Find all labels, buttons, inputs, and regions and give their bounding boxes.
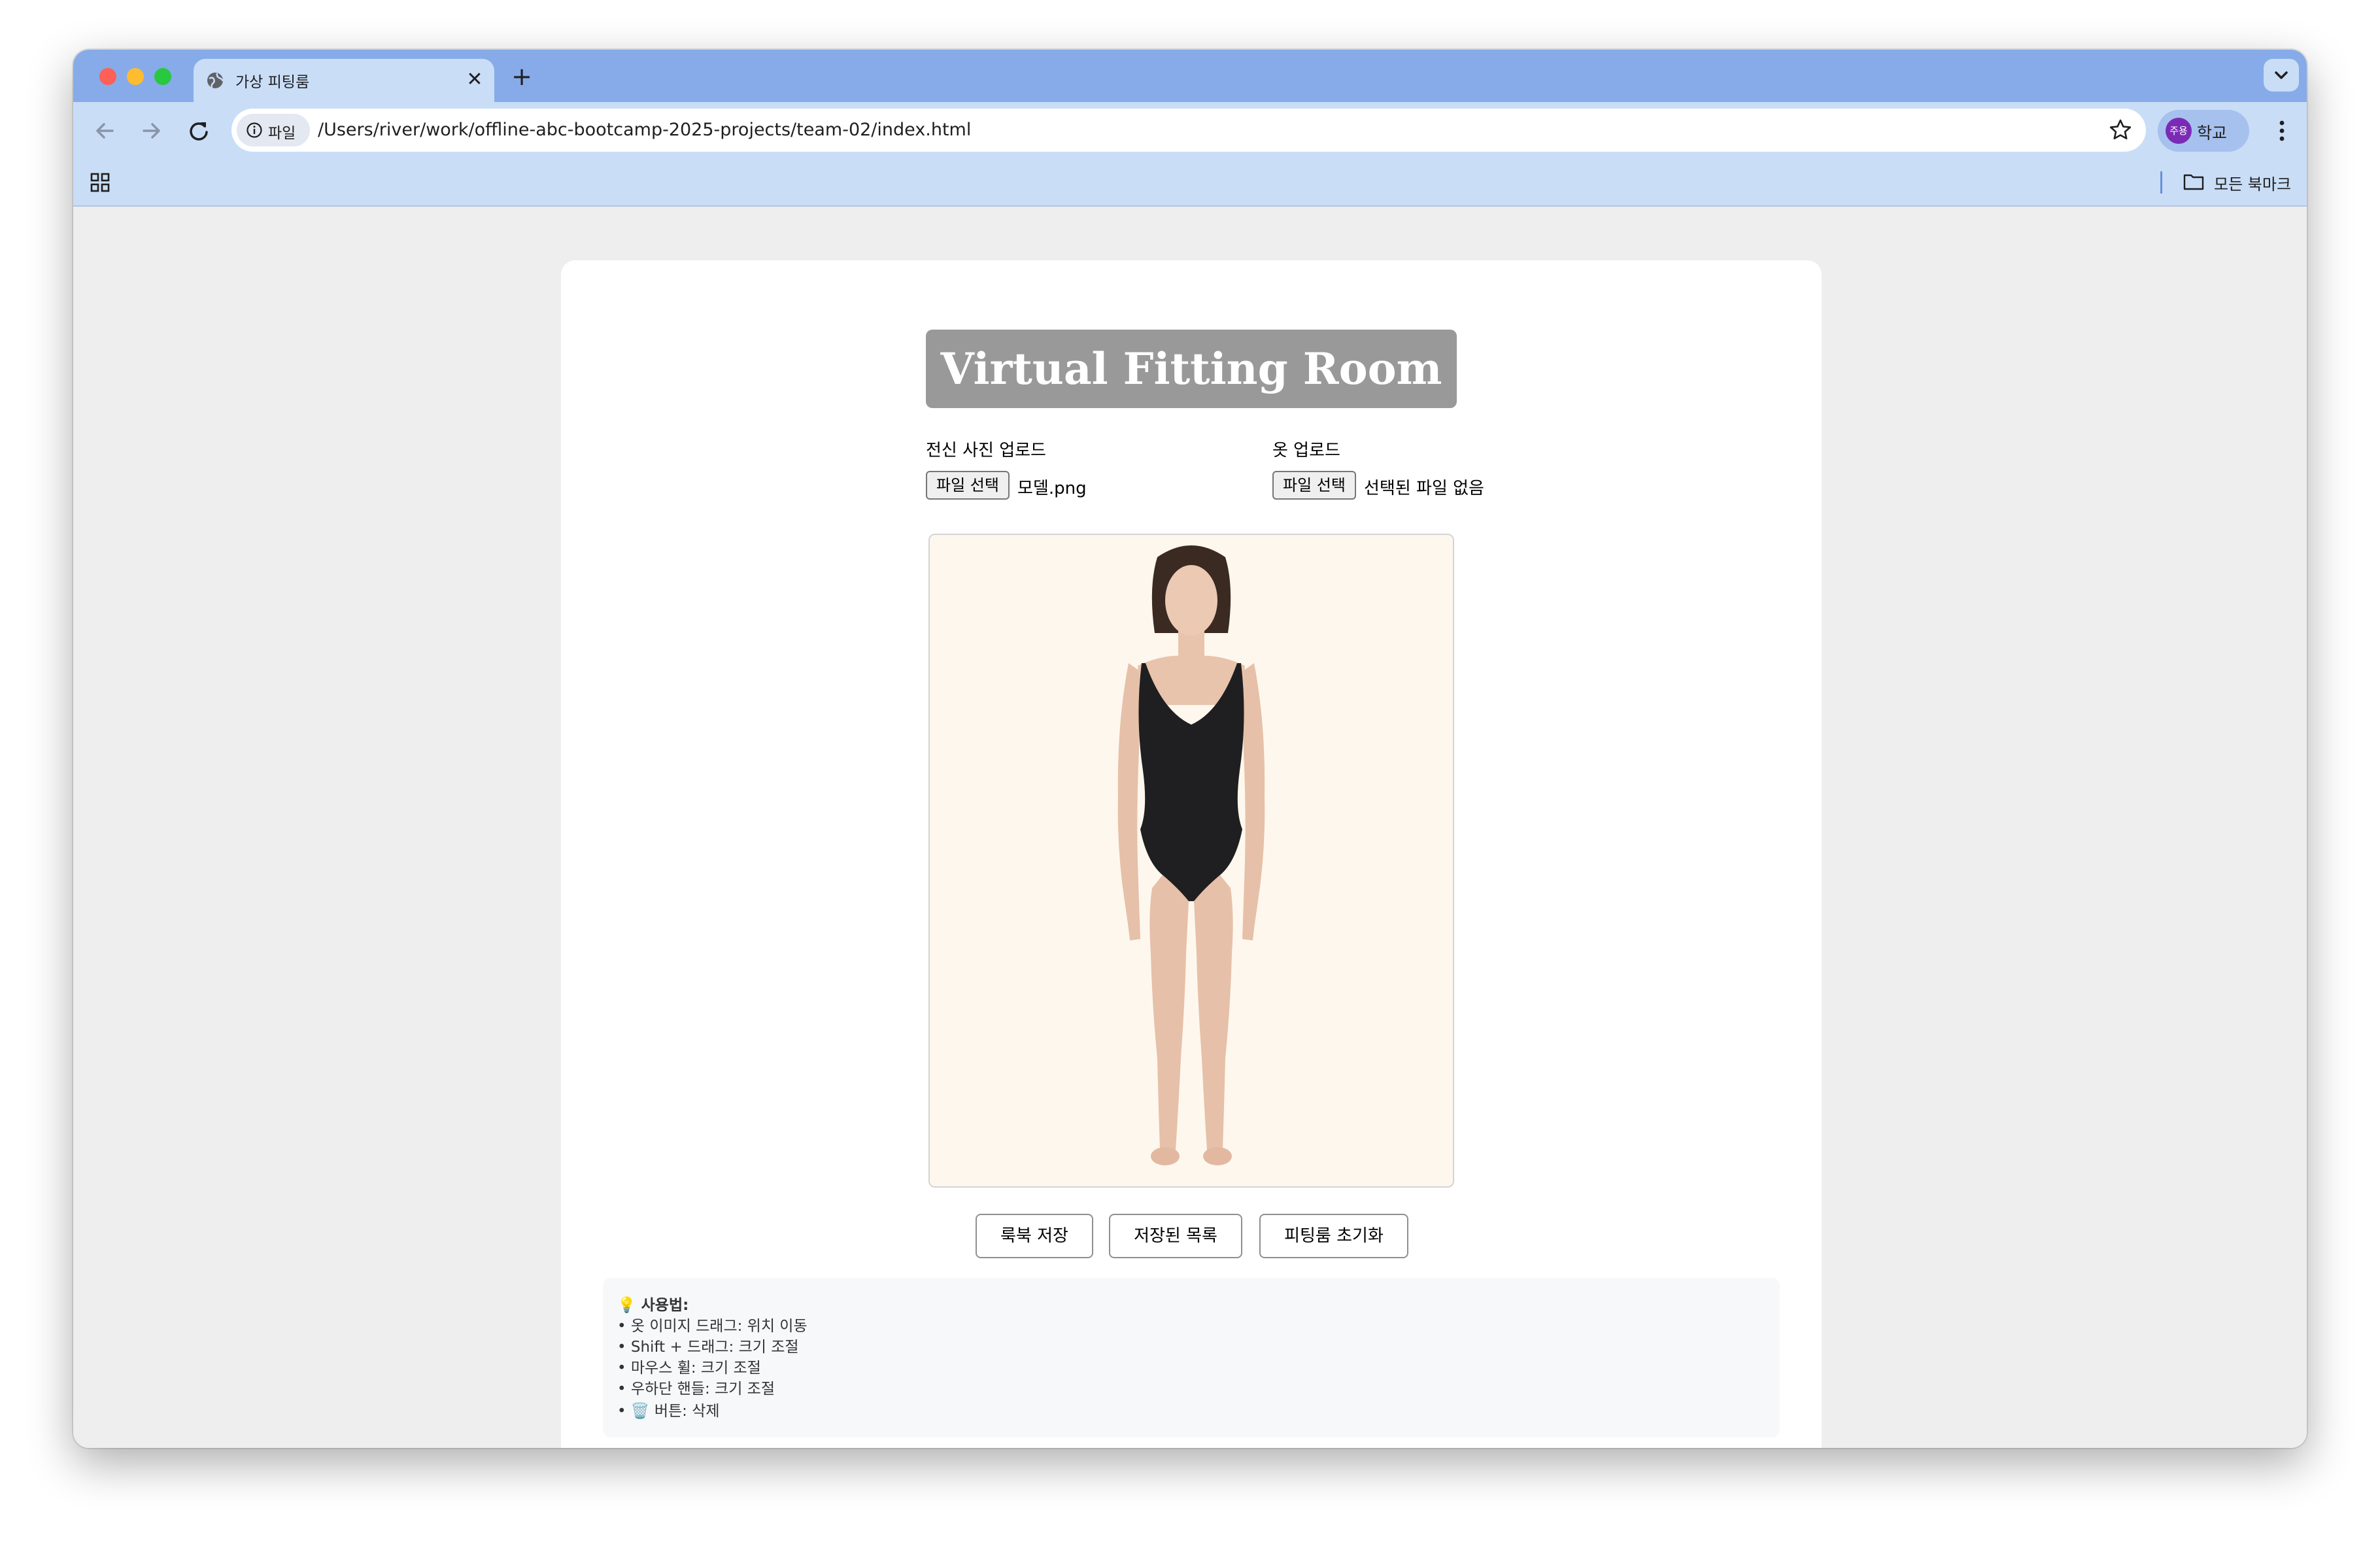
help-line: • 옷 이미지 드래그: 위치 이동 — [617, 1318, 808, 1335]
info-icon — [246, 122, 262, 138]
more-menu-icon[interactable] — [2269, 115, 2295, 146]
page-title-banner: Virtual Fitting Room — [926, 330, 1457, 408]
clothes-file-button[interactable]: 파일 선택 — [1272, 471, 1356, 500]
help-line: • Shift + 드래그: 크기 조절 — [617, 1339, 799, 1356]
bookmarks-divider — [2160, 171, 2162, 194]
help-line: • 🗑️ 버튼: 삭제 — [617, 1403, 720, 1420]
profile-button[interactable]: 주용 학교 — [2158, 110, 2249, 152]
body-photo-upload-label: 전신 사진 업로드 — [926, 441, 1046, 460]
globe-icon — [207, 73, 224, 88]
tab-strip: 가상 피팅룸 ✕ + — [73, 50, 2307, 102]
bookmarks-bar: 모든 북마크 — [73, 160, 2307, 207]
tab-virtual-fitting-room[interactable]: 가상 피팅룸 ✕ — [194, 59, 494, 102]
help-line: • 마우스 휠: 크기 조절 — [617, 1360, 761, 1377]
profile-name: 학교 — [2197, 124, 2228, 143]
fitting-canvas[interactable] — [928, 534, 1454, 1188]
saved-list-button[interactable]: 저장된 목록 — [1109, 1214, 1242, 1258]
bookmark-star-icon[interactable] — [2108, 118, 2133, 143]
usage-help-box: 💡 사용법: • 옷 이미지 드래그: 위치 이동 • Shift + 드래그:… — [603, 1278, 1780, 1437]
site-info-chip[interactable]: 파일 — [237, 114, 310, 146]
page-title: Virtual Fitting Room — [940, 343, 1442, 394]
clothes-file-name: 선택된 파일 없음 — [1364, 479, 1484, 498]
help-title: 💡 사용법: — [617, 1297, 689, 1314]
avatar: 주용 — [2166, 118, 2192, 144]
page-viewport: Virtual Fitting Room 전신 사진 업로드 파일 선택 모델.… — [73, 207, 2307, 1448]
chevron-down-icon — [2275, 71, 2288, 79]
save-lookbook-button[interactable]: 룩북 저장 — [976, 1214, 1093, 1258]
fitting-room-container: Virtual Fitting Room 전신 사진 업로드 파일 선택 모델.… — [561, 260, 1822, 1448]
new-tab-button[interactable]: + — [507, 63, 536, 92]
minimize-window-button[interactable] — [127, 68, 144, 85]
forward-arrow-icon[interactable] — [136, 115, 167, 146]
clothes-upload-label: 옷 업로드 — [1272, 441, 1340, 460]
browser-toolbar: 파일 /Users/river/work/offline-abc-bootcam… — [73, 102, 2307, 160]
apps-grid-icon[interactable] — [89, 171, 111, 194]
body-photo-file-button[interactable]: 파일 선택 — [926, 471, 1010, 500]
url-text[interactable]: /Users/river/work/offline-abc-bootcamp-2… — [318, 120, 971, 140]
reset-fitting-room-button[interactable]: 피팅룸 초기화 — [1259, 1214, 1408, 1258]
browser-window: 가상 피팅룸 ✕ + 파일 /Users/river/work/offline-… — [73, 50, 2307, 1448]
tab-search-button[interactable] — [2264, 59, 2299, 92]
close-window-button[interactable] — [99, 68, 116, 85]
reload-icon[interactable] — [183, 115, 214, 146]
tab-title: 가상 피팅룸 — [235, 74, 310, 91]
tab-close-icon[interactable]: ✕ — [463, 68, 486, 92]
model-photo — [1117, 545, 1265, 1165]
folder-icon[interactable] — [2183, 171, 2205, 192]
all-bookmarks-link[interactable]: 모든 북마크 — [2214, 171, 2291, 194]
address-bar[interactable]: 파일 /Users/river/work/offline-abc-bootcam… — [231, 109, 2146, 152]
maximize-window-button[interactable] — [154, 68, 171, 85]
site-info-label: 파일 — [268, 125, 296, 142]
help-line: • 우하단 핸들: 크기 조절 — [617, 1381, 775, 1398]
back-arrow-icon[interactable] — [89, 115, 120, 146]
body-photo-file-name: 모델.png — [1017, 479, 1087, 498]
